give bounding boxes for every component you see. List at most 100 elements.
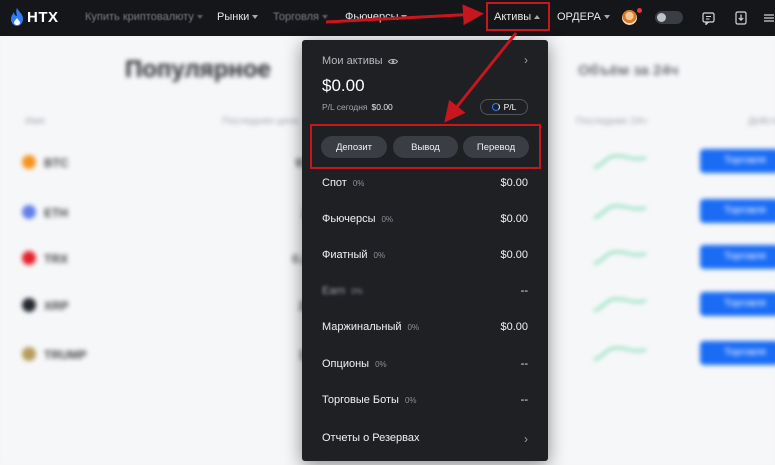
- account-percent: 0%: [404, 396, 417, 405]
- nav-orders-label: ОРДЕРА: [557, 11, 601, 23]
- account-name: Торговые Боты: [322, 394, 399, 406]
- account-percent: 0%: [351, 287, 363, 296]
- chevron-down-icon: [196, 15, 203, 19]
- sparkline: [593, 155, 647, 169]
- account-row[interactable]: Опционы 0% --: [322, 358, 528, 374]
- column-24h: Последние 24ч: [576, 116, 647, 127]
- trade-button[interactable]: Торговля: [700, 199, 775, 223]
- account-name: Опционы: [322, 358, 370, 370]
- account-name: Earn: [322, 285, 346, 297]
- column-last-price: Последняя цена: [222, 116, 299, 127]
- nav-markets[interactable]: Рынки: [217, 11, 259, 23]
- coin-name: ETH: [44, 206, 68, 220]
- account-label: Фьючерсы 0%: [322, 213, 393, 225]
- top-navbar: HTX Купить криптовалюту Рынки Торговля Ф…: [0, 0, 775, 36]
- coin-name: TRX: [44, 252, 68, 266]
- account-value: --: [520, 285, 528, 297]
- chevron-down-icon: [603, 15, 610, 19]
- nav-orders[interactable]: ОРДЕРА: [557, 11, 610, 23]
- account-label: Маржинальный 0%: [322, 321, 419, 333]
- nav-buy-crypto-label: Купить криптовалюту: [85, 11, 194, 23]
- eye-icon[interactable]: [387, 58, 398, 65]
- account-value: --: [520, 358, 528, 370]
- notification-dot: [637, 8, 642, 13]
- column-action: Действие: [748, 116, 775, 127]
- account-row[interactable]: Фиатный 0% $0.00: [322, 249, 528, 265]
- popular-heading: Популярное: [125, 56, 271, 83]
- nav-markets-label: Рынки: [217, 11, 250, 23]
- assets-highlight-box: [486, 2, 550, 31]
- account-name: Маржинальный: [322, 321, 402, 333]
- account-percent: 0%: [407, 323, 420, 332]
- account-label: Опционы 0%: [322, 358, 387, 370]
- pl-button-label: P/L: [503, 102, 517, 112]
- account-name: Фиатный: [322, 249, 368, 261]
- coin-name: TRUMP: [44, 348, 87, 362]
- coin-name: BTC: [44, 156, 69, 170]
- coin-name: XRP: [44, 299, 69, 313]
- nav-futures-label: Фьючерсы: [345, 11, 399, 23]
- account-value: $0.00: [500, 249, 528, 261]
- account-label: Спот 0%: [322, 177, 364, 189]
- chevron-down-icon: [321, 15, 328, 19]
- account-row[interactable]: Маржинальный 0% $0.00: [322, 321, 528, 337]
- reserves-report-label: Отчеты о Резервах: [322, 432, 420, 444]
- account-row[interactable]: Earn 0% --: [322, 285, 528, 301]
- nav-trading[interactable]: Торговля: [273, 11, 328, 23]
- menu-icon[interactable]: [761, 10, 775, 26]
- htx-logo[interactable]: HTX: [10, 8, 59, 26]
- nav-trading-label: Торговля: [273, 11, 319, 23]
- pl-ring-icon: [491, 103, 500, 111]
- chevron-right-icon: ›: [524, 432, 528, 446]
- coin-icon: [22, 205, 36, 219]
- actions-highlight-box: [310, 124, 541, 169]
- toggle-icon[interactable]: [655, 11, 683, 24]
- coin-icon: [22, 298, 36, 312]
- pl-today: P/L сегодня $0.00: [322, 102, 393, 112]
- account-percent: 0%: [373, 251, 386, 260]
- sparkline: [593, 251, 647, 265]
- trade-button[interactable]: Торговля: [700, 149, 775, 173]
- account-label: Торговые Боты 0%: [322, 394, 417, 406]
- pl-today-value: $0.00: [371, 102, 393, 112]
- sparkline: [593, 347, 647, 361]
- coin-icon: [22, 347, 36, 361]
- chevron-down-icon: [252, 15, 259, 19]
- nav-futures[interactable]: Фьючерсы: [345, 11, 408, 23]
- trade-button[interactable]: Торговля: [700, 245, 775, 269]
- trade-button[interactable]: Торговля: [700, 341, 775, 365]
- pl-today-label: P/L сегодня: [322, 102, 368, 112]
- account-row[interactable]: Торговые Боты 0% --: [322, 394, 528, 410]
- pl-button[interactable]: P/L: [480, 99, 528, 115]
- download-icon[interactable]: [733, 10, 749, 26]
- tab-volume-24h[interactable]: Объём за 24ч: [578, 62, 678, 79]
- account-value: --: [520, 394, 528, 406]
- my-assets-header[interactable]: Мои активы: [322, 55, 398, 67]
- coin-icon: [22, 251, 36, 265]
- message-icon[interactable]: [700, 10, 716, 26]
- brand-name: HTX: [27, 8, 59, 26]
- my-assets-chevron-icon[interactable]: ›: [524, 53, 528, 67]
- total-balance: $0.00: [322, 76, 365, 95]
- account-value: $0.00: [500, 321, 528, 333]
- account-percent: 0%: [352, 179, 365, 188]
- reserves-report-link[interactable]: Отчеты о Резервах ›: [322, 432, 528, 448]
- account-name: Фьючерсы: [322, 213, 376, 225]
- account-row[interactable]: Фьючерсы 0% $0.00: [322, 213, 528, 229]
- sparkline: [593, 205, 647, 219]
- account-label: Фиатный 0%: [322, 249, 385, 261]
- account-value: $0.00: [500, 177, 528, 189]
- my-assets-title: Мои активы: [322, 55, 383, 67]
- column-name: Имя: [25, 116, 45, 127]
- account-label: Earn 0%: [322, 285, 363, 297]
- account-row[interactable]: Спот 0% $0.00: [322, 177, 528, 193]
- trade-button[interactable]: Торговля: [700, 292, 775, 316]
- flame-logo-icon: [11, 8, 23, 26]
- sparkline: [593, 298, 647, 312]
- account-percent: 0%: [375, 360, 387, 369]
- avatar[interactable]: [622, 10, 637, 25]
- account-value: $0.00: [500, 213, 528, 225]
- nav-buy-crypto[interactable]: Купить криптовалюту: [85, 11, 203, 23]
- chevron-down-icon: [401, 15, 408, 19]
- account-percent: 0%: [381, 215, 394, 224]
